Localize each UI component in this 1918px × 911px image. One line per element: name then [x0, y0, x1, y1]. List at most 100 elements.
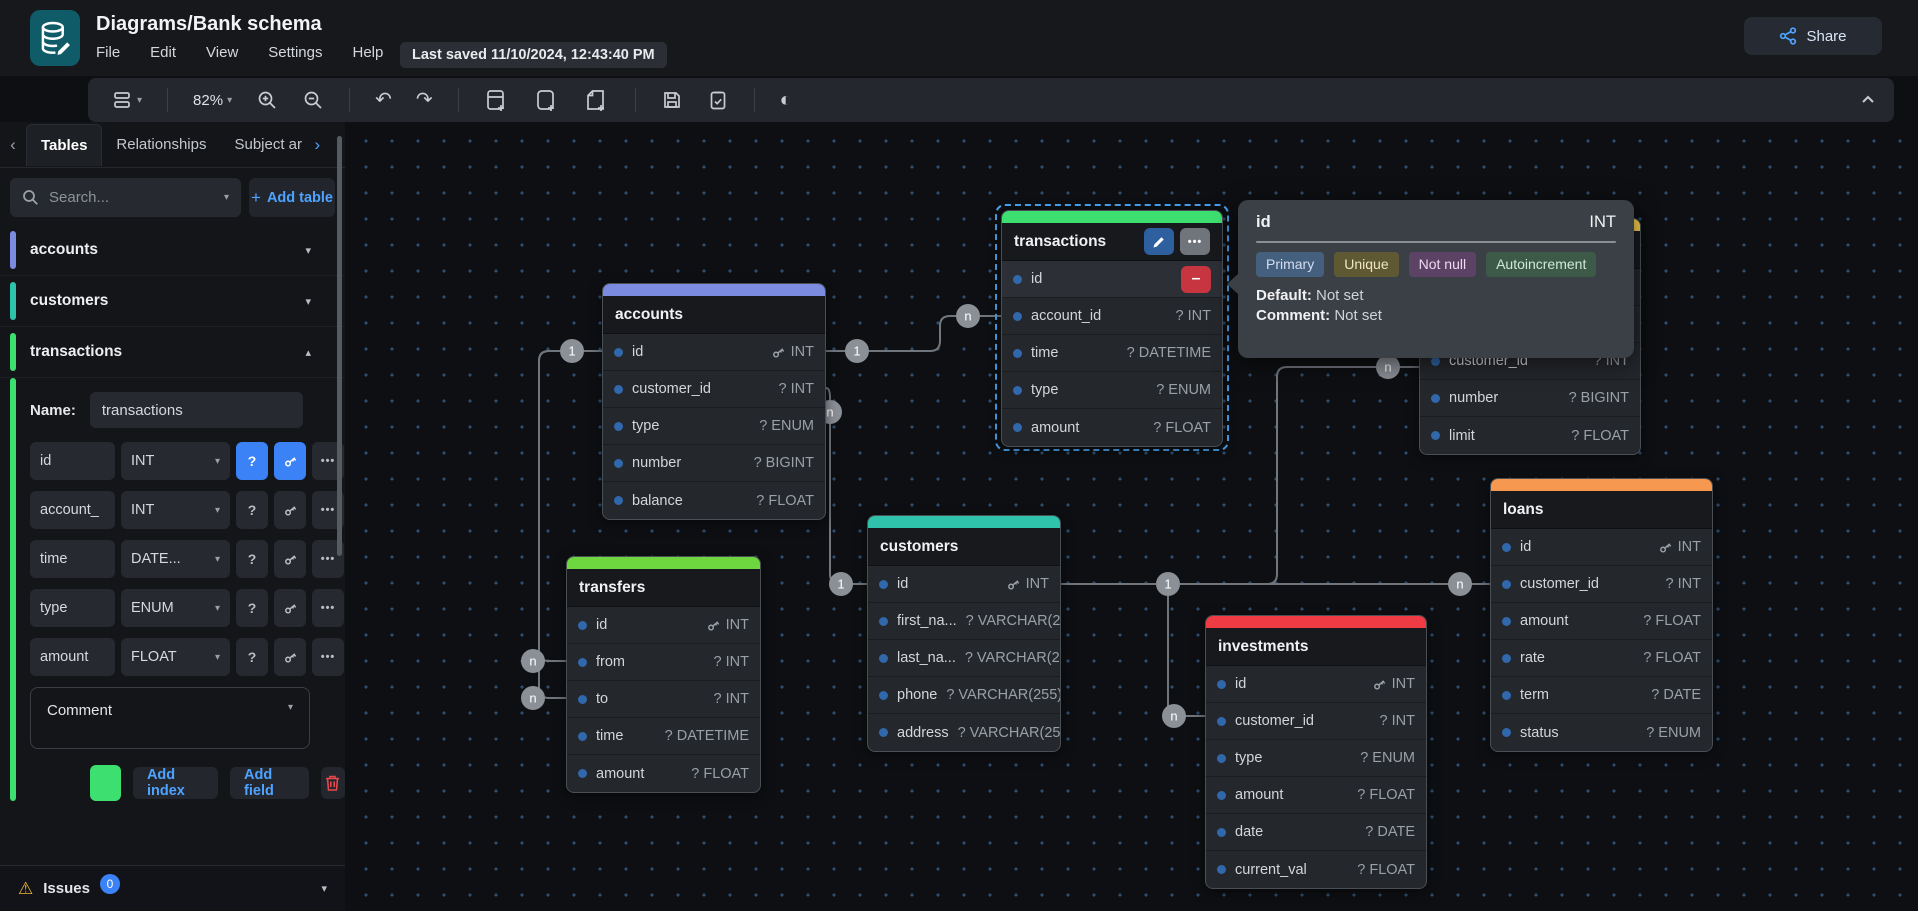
issues-bar[interactable]: ⚠ Issues 0 ▾ [0, 865, 345, 911]
field-name-input[interactable]: account_ [30, 491, 115, 529]
field-name-input[interactable]: time [30, 540, 115, 578]
sidebar-item-accounts[interactable]: accounts ▾ [0, 225, 345, 276]
primary-key-button[interactable] [274, 540, 306, 578]
table-field-row[interactable]: balance? FLOAT [603, 482, 825, 519]
field-more-options-button[interactable]: ••• [312, 589, 344, 627]
table-field-row[interactable]: idINT [567, 607, 760, 644]
table-field-row[interactable]: account_id? INT [1002, 298, 1222, 335]
chevron-up-icon[interactable]: ▴ [305, 346, 311, 359]
tab-tables[interactable]: Tables [26, 124, 102, 166]
table-field-row[interactable]: type? ENUM [1002, 372, 1222, 409]
edit-table-button[interactable] [1144, 228, 1174, 255]
search-input[interactable]: Search... ▾ [10, 178, 241, 217]
diagram-table-transfers[interactable]: transfersidINTfrom? INTto? INTtime? DATE… [566, 556, 761, 793]
primary-key-button[interactable] [274, 491, 306, 529]
field-name-input[interactable]: id [30, 442, 115, 480]
menu-item-help[interactable]: Help [352, 44, 383, 61]
nullable-toggle-button[interactable]: ? [236, 491, 268, 529]
delete-table-button[interactable] [321, 767, 345, 799]
todo-button[interactable] [702, 85, 734, 115]
table-field-row[interactable]: number? BIGINT [1420, 380, 1640, 417]
add-index-button[interactable]: Add index [133, 767, 218, 799]
table-field-row[interactable]: date? DATE [1206, 814, 1426, 851]
table-field-row[interactable]: idINT [603, 334, 825, 371]
field-name-input[interactable]: type [30, 589, 115, 627]
table-field-row[interactable]: current_val? FLOAT [1206, 851, 1426, 888]
diagram-table-accounts[interactable]: accountsidINTcustomer_id? INTtype? ENUMn… [602, 283, 826, 520]
primary-key-button[interactable] [274, 589, 306, 627]
table-field-row[interactable]: from? INT [567, 644, 760, 681]
table-field-row[interactable]: time? DATETIME [1002, 335, 1222, 372]
nullable-toggle-button[interactable]: ? [236, 442, 268, 480]
sidebar-scrollbar[interactable] [337, 136, 342, 556]
undo-button[interactable]: ↶ [370, 86, 397, 114]
table-field-row[interactable]: first_na...? VARCHAR(255) [868, 603, 1060, 640]
field-type-select[interactable]: INT▾ [121, 442, 230, 480]
table-field-row[interactable]: customer_id? INT [1206, 703, 1426, 740]
table-color-swatch[interactable] [90, 765, 121, 801]
diagram-table-loans[interactable]: loansidINTcustomer_id? INTamount? FLOATr… [1490, 478, 1713, 752]
add-subject-area-button[interactable] [529, 84, 565, 116]
delete-field-button[interactable]: – [1181, 266, 1211, 293]
table-field-row[interactable]: address? VARCHAR(255) [868, 714, 1060, 751]
table-field-row[interactable]: amount? FLOAT [1491, 603, 1712, 640]
tab-subject-areas[interactable]: Subject ar [220, 124, 312, 165]
app-logo[interactable] [30, 10, 80, 66]
field-name-input[interactable]: amount [30, 638, 115, 676]
tabs-scroll-left-icon[interactable]: ‹ [0, 135, 26, 155]
theme-toggle-button[interactable]: ◐ [775, 86, 797, 114]
field-type-select[interactable]: INT▾ [121, 491, 230, 529]
diagram-canvas[interactable]: 1nn1n1n1nnn accountsidINTcustomer_id? IN… [345, 122, 1918, 911]
zoom-level-dropdown[interactable]: 82% ▾ [188, 88, 237, 113]
table-field-row[interactable]: type? ENUM [603, 408, 825, 445]
zoom-in-button[interactable] [251, 85, 283, 115]
save-button[interactable] [656, 85, 688, 115]
tab-relationships[interactable]: Relationships [102, 124, 220, 165]
table-name-input[interactable]: transactions [90, 392, 303, 428]
table-field-row[interactable]: idINT [1491, 529, 1712, 566]
field-type-select[interactable]: ENUM▾ [121, 589, 230, 627]
menu-item-view[interactable]: View [206, 44, 238, 61]
field-type-select[interactable]: FLOAT▾ [121, 638, 230, 676]
field-type-select[interactable]: DATE...▾ [121, 540, 230, 578]
primary-key-button[interactable] [274, 442, 306, 480]
nullable-toggle-button[interactable]: ? [236, 638, 268, 676]
diagram-table-transactions[interactable]: transactions •••id–account_id? INTtime? … [1001, 210, 1223, 447]
field-more-options-button[interactable]: ••• [312, 638, 344, 676]
primary-key-button[interactable] [274, 638, 306, 676]
table-field-row[interactable]: type? ENUM [1206, 740, 1426, 777]
table-field-row[interactable]: time? DATETIME [567, 718, 760, 755]
table-field-row[interactable]: amount? FLOAT [1206, 777, 1426, 814]
chevron-down-icon[interactable]: ▾ [305, 244, 311, 257]
table-field-row[interactable]: rate? FLOAT [1491, 640, 1712, 677]
menu-item-file[interactable]: File [96, 44, 120, 61]
table-more-options-button[interactable]: ••• [1180, 228, 1210, 255]
table-field-row[interactable]: customer_id? INT [1491, 566, 1712, 603]
add-note-button[interactable] [579, 84, 615, 116]
table-field-row[interactable]: amount? FLOAT [567, 755, 760, 792]
table-field-row[interactable]: amount? FLOAT [1002, 409, 1222, 446]
table-field-row[interactable]: term? DATE [1491, 677, 1712, 714]
share-button[interactable]: Share [1744, 17, 1882, 55]
table-field-row[interactable]: idINT [868, 566, 1060, 603]
comment-box[interactable]: Comment ▾ [30, 687, 310, 749]
table-field-row[interactable]: to? INT [567, 681, 760, 718]
sidebar-item-transactions[interactable]: transactions ▴ [0, 327, 345, 378]
diagram-table-investments[interactable]: investmentsidINTcustomer_id? INTtype? EN… [1205, 615, 1427, 889]
redo-button[interactable]: ↷ [411, 86, 438, 114]
table-field-row[interactable]: customer_id? INT [603, 371, 825, 408]
chevron-down-icon[interactable]: ▾ [305, 295, 311, 308]
zoom-out-button[interactable] [297, 85, 329, 115]
table-field-row[interactable]: phone? VARCHAR(255) [868, 677, 1060, 714]
add-table-button[interactable]: + Add table [249, 178, 335, 217]
table-field-row[interactable]: last_na...? VARCHAR(255) [868, 640, 1060, 677]
table-field-row[interactable]: status? ENUM [1491, 714, 1712, 751]
sidebar-item-customers[interactable]: customers ▾ [0, 276, 345, 327]
table-field-row[interactable]: limit? FLOAT [1420, 417, 1640, 454]
nullable-toggle-button[interactable]: ? [236, 589, 268, 627]
add-table-tool-button[interactable] [479, 84, 515, 116]
layout-menu-button[interactable]: ▾ [106, 85, 147, 115]
table-field-row[interactable]: number? BIGINT [603, 445, 825, 482]
table-field-row[interactable]: idINT [1206, 666, 1426, 703]
nullable-toggle-button[interactable]: ? [236, 540, 268, 578]
